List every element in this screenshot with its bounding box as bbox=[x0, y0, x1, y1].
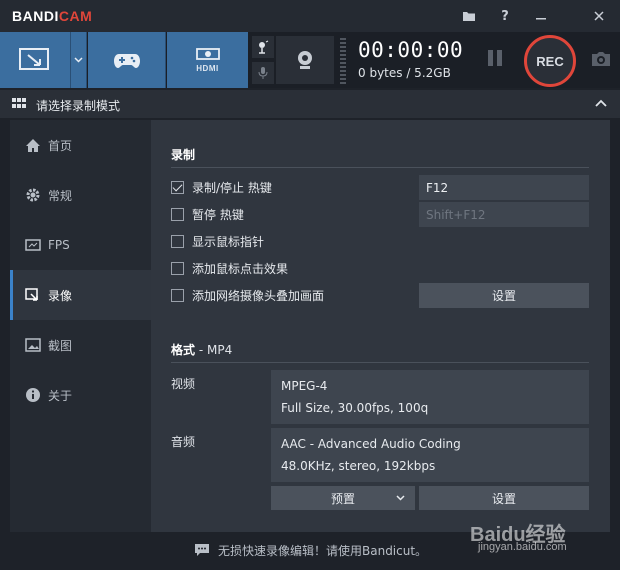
fps-icon bbox=[24, 236, 42, 254]
record-stop-hotkey-option[interactable]: 录制/停止 热键 bbox=[171, 177, 272, 197]
speaker-toggle[interactable] bbox=[252, 36, 274, 58]
rec-button[interactable]: REC bbox=[524, 35, 576, 87]
show-cursor-option[interactable]: 显示鼠标指针 bbox=[171, 231, 264, 251]
video-label: 视频 bbox=[171, 377, 196, 391]
audio-codec: AAC - Advanced Audio Coding bbox=[281, 437, 461, 451]
sidebar-item-fps[interactable]: FPS bbox=[10, 220, 151, 270]
sidebar-item-general[interactable]: 常规 bbox=[10, 170, 151, 220]
sidebar-item-label: 首页 bbox=[48, 138, 73, 153]
record-section-heading: 录制 bbox=[171, 148, 196, 162]
checkbox-label: 添加鼠标点击效果 bbox=[192, 261, 289, 276]
pause-hotkey-option[interactable]: 暂停 热键 bbox=[171, 204, 244, 224]
chevron-up-icon[interactable] bbox=[594, 96, 608, 110]
minimize-icon[interactable] bbox=[531, 6, 551, 26]
screen-mode-icon bbox=[19, 48, 49, 70]
pause-hotkey-field[interactable]: Shift+F12 bbox=[419, 202, 589, 227]
pause-icon[interactable] bbox=[488, 50, 504, 68]
chevron-down-icon bbox=[74, 57, 83, 63]
webcam-overlay-option[interactable]: 添加网络摄像头叠加画面 bbox=[171, 285, 324, 305]
sidebar-item-label: 截图 bbox=[48, 338, 73, 353]
bandicut-promo-link[interactable]: 无损快速录像编辑！请使用Bandicut。 bbox=[218, 542, 427, 559]
sidebar-item-home[interactable]: 首页 bbox=[10, 120, 151, 170]
checkbox-label: 暂停 热键 bbox=[192, 207, 244, 222]
click-effect-checkbox[interactable] bbox=[171, 261, 184, 275]
webcam-toggle[interactable] bbox=[276, 36, 334, 84]
checkbox-label: 添加网络摄像头叠加画面 bbox=[192, 288, 325, 303]
hdmi-label: HDMI bbox=[196, 63, 219, 73]
sidebar-item-label: 关于 bbox=[48, 388, 73, 403]
microphone-toggle[interactable] bbox=[252, 62, 274, 84]
video-icon bbox=[24, 286, 42, 304]
divider bbox=[171, 362, 589, 363]
preset-label: 预置 bbox=[330, 491, 355, 506]
video-format-box[interactable]: MPEG-4 Full Size, 30.00fps, 100q bbox=[271, 370, 589, 424]
screen-mode-button[interactable] bbox=[0, 32, 70, 88]
format-section-heading: 格式 - MP4 bbox=[171, 343, 233, 357]
help-icon[interactable]: ? bbox=[495, 6, 515, 26]
recording-size: 0 bytes / 5.2GB bbox=[358, 66, 451, 80]
checkbox-label: 录制/停止 热键 bbox=[192, 180, 272, 195]
app-logo: BANDICAM bbox=[12, 8, 93, 24]
close-icon[interactable] bbox=[589, 6, 609, 26]
record-hotkey-field[interactable]: F12 bbox=[419, 175, 589, 200]
image-icon bbox=[24, 336, 42, 354]
pause-hotkey-checkbox[interactable] bbox=[171, 207, 184, 221]
sidebar-item-label: 常规 bbox=[48, 188, 73, 203]
home-icon bbox=[24, 136, 42, 154]
hdmi-mode-button[interactable]: HDMI bbox=[167, 32, 248, 88]
webcam-overlay-checkbox[interactable] bbox=[171, 288, 184, 302]
webcam-settings-button[interactable]: 设置 bbox=[419, 283, 589, 308]
grid-icon bbox=[12, 98, 26, 110]
video-detail: Full Size, 30.00fps, 100q bbox=[281, 401, 429, 415]
sidebar-item-label: FPS bbox=[48, 238, 70, 252]
sidebar-item-about[interactable]: 关于 bbox=[10, 370, 151, 420]
title-bar bbox=[0, 0, 620, 32]
audio-level-meter bbox=[340, 38, 346, 84]
webcam-icon bbox=[298, 51, 312, 69]
screenshot-camera-icon[interactable] bbox=[590, 50, 612, 70]
audio-label: 音频 bbox=[171, 435, 196, 449]
game-mode-icon bbox=[113, 54, 140, 68]
recording-timer: 00:00:00 bbox=[358, 38, 464, 62]
speaker-icon bbox=[259, 40, 269, 54]
audio-detail: 48.0KHz, stereo, 192kbps bbox=[281, 459, 436, 473]
section-title: 请选择录制模式 bbox=[36, 99, 121, 113]
click-effect-option[interactable]: 添加鼠标点击效果 bbox=[171, 258, 288, 278]
preset-dropdown-button[interactable]: 预置 bbox=[271, 486, 415, 510]
info-icon bbox=[24, 386, 42, 404]
show-cursor-checkbox[interactable] bbox=[171, 234, 184, 248]
watermark-url: jingyan.baidu.com bbox=[478, 541, 567, 553]
video-codec: MPEG-4 bbox=[281, 379, 328, 393]
sidebar-item-screenshot[interactable]: 截图 bbox=[10, 320, 151, 370]
sidebar-item-video[interactable]: 录像 bbox=[10, 270, 151, 320]
format-settings-button[interactable]: 设置 bbox=[419, 486, 589, 510]
game-mode-button[interactable] bbox=[88, 32, 166, 88]
checkbox-label: 显示鼠标指针 bbox=[192, 234, 265, 249]
divider bbox=[171, 167, 589, 168]
folder-icon[interactable] bbox=[459, 6, 479, 26]
gear-icon bbox=[24, 186, 42, 204]
hdmi-mode-icon bbox=[195, 47, 220, 60]
mode-dropdown-button[interactable] bbox=[70, 32, 87, 88]
chat-icon bbox=[194, 543, 210, 557]
microphone-icon bbox=[258, 67, 268, 79]
audio-format-box[interactable]: AAC - Advanced Audio Coding 48.0KHz, ste… bbox=[271, 428, 589, 482]
record-stop-hotkey-checkbox[interactable] bbox=[171, 180, 184, 194]
sidebar-item-label: 录像 bbox=[48, 288, 73, 303]
chevron-down-icon bbox=[396, 495, 405, 501]
